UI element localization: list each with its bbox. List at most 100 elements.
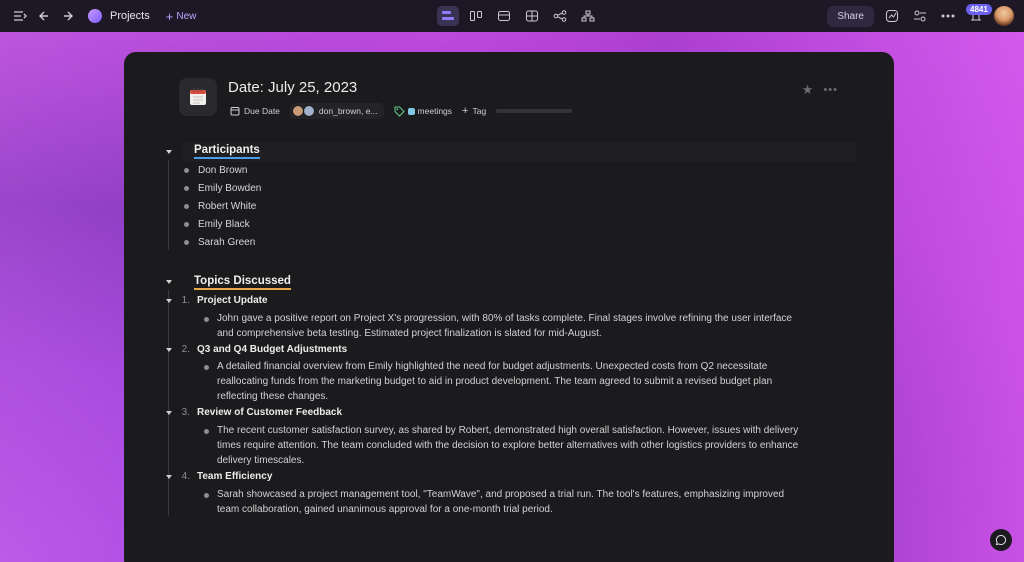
database-view-icon[interactable] bbox=[493, 6, 515, 26]
list-item[interactable]: Emily Bowden bbox=[184, 183, 261, 194]
due-date-label: Due Date bbox=[244, 106, 280, 116]
assignees-label: don_brown, e... bbox=[318, 106, 378, 116]
calendar-page-icon[interactable] bbox=[179, 78, 217, 116]
add-tag-button[interactable]: + Tag bbox=[462, 105, 486, 117]
topic-title: Review of Customer Feedback bbox=[197, 407, 343, 418]
list-item[interactable]: Emily Black bbox=[184, 219, 250, 230]
participants-heading: Participants bbox=[194, 144, 260, 159]
chat-bubble-icon[interactable] bbox=[990, 529, 1012, 551]
forward-arrow-icon[interactable] bbox=[58, 6, 78, 26]
plus-icon: + bbox=[165, 8, 174, 24]
table-view-icon[interactable] bbox=[521, 6, 543, 26]
new-button-label: New bbox=[176, 10, 197, 22]
paragraph-line: reflecting these changes. bbox=[217, 391, 329, 403]
page-properties: Due Date don_brown, e... meetings + Tag bbox=[230, 103, 573, 119]
bullet-icon bbox=[204, 493, 209, 498]
numbered-item[interactable]: 3. Review of Customer Feedback bbox=[180, 407, 342, 418]
notification-count-badge: 4841 bbox=[966, 4, 992, 15]
projects-icon[interactable] bbox=[88, 9, 102, 23]
share-button[interactable]: Share bbox=[827, 5, 874, 27]
topic-title: Team Efficiency bbox=[197, 471, 273, 482]
paragraph-line: and comprehensive beta testing. Estimate… bbox=[217, 328, 602, 340]
bullet-icon bbox=[184, 186, 189, 191]
topic-paragraph[interactable]: A detailed financial overview from Emily… bbox=[217, 359, 829, 405]
due-date-property[interactable]: Due Date bbox=[230, 106, 280, 116]
paragraph-line: A detailed financial overview from Emily… bbox=[217, 361, 768, 372]
back-arrow-icon[interactable] bbox=[34, 6, 54, 26]
new-button[interactable]: + New bbox=[166, 9, 197, 24]
list-item[interactable]: Robert White bbox=[184, 201, 256, 212]
paragraph-line: delivery timescales. bbox=[217, 455, 305, 467]
numbered-item[interactable]: 4. Team Efficiency bbox=[180, 471, 273, 482]
analytics-icon[interactable] bbox=[882, 6, 902, 26]
collapse-caret-icon[interactable] bbox=[166, 280, 172, 284]
hierarchy-view-icon[interactable] bbox=[577, 6, 599, 26]
calendar-icon bbox=[230, 107, 240, 116]
indent-guide bbox=[168, 160, 169, 250]
list-item[interactable]: Don Brown bbox=[184, 165, 247, 176]
participant-name: Robert White bbox=[198, 201, 257, 212]
page-view-icon[interactable] bbox=[437, 6, 459, 26]
page-actions: ★ ••• bbox=[802, 82, 838, 98]
progress-bar bbox=[496, 109, 573, 113]
user-avatar[interactable] bbox=[994, 6, 1014, 26]
paragraph-line: The recent customer satisfaction survey,… bbox=[217, 425, 799, 436]
document-panel: Date: July 25, 2023 Due Date don_brown, … bbox=[124, 52, 894, 562]
assignees-property[interactable]: don_brown, e... bbox=[289, 103, 384, 119]
page-title[interactable]: Date: July 25, 2023 bbox=[228, 79, 357, 96]
topic-paragraph[interactable]: The recent customer satisfaction survey,… bbox=[217, 423, 829, 469]
settings-sliders-icon[interactable] bbox=[910, 6, 930, 26]
view-switcher bbox=[437, 5, 599, 27]
paragraph-line: Sarah showcased a project management too… bbox=[217, 489, 785, 500]
tags-property[interactable]: meetings bbox=[394, 106, 453, 117]
participant-name: Don Brown bbox=[198, 165, 248, 176]
top-bar-right: Share 4841 bbox=[827, 4, 1014, 28]
bullet-icon bbox=[184, 222, 189, 227]
item-number: 2. bbox=[181, 344, 190, 355]
section-heading[interactable]: Participants bbox=[194, 144, 260, 159]
plus-icon: + bbox=[462, 105, 469, 117]
more-options-icon[interactable] bbox=[938, 6, 958, 26]
collapse-caret-icon[interactable] bbox=[166, 348, 172, 352]
add-tag-label: Tag bbox=[472, 106, 487, 116]
graph-view-icon[interactable] bbox=[549, 6, 571, 26]
paragraph-line: reallocating funds from the marketing bu… bbox=[217, 376, 773, 388]
bullet-icon bbox=[184, 168, 189, 173]
projects-breadcrumb[interactable]: Projects bbox=[110, 10, 150, 22]
top-bar: Projects + New Share 4841 bbox=[0, 0, 1024, 32]
item-number: 1. bbox=[181, 295, 190, 306]
bullet-icon bbox=[204, 317, 209, 322]
participant-name: Emily Bowden bbox=[198, 183, 262, 194]
more-options-icon[interactable]: ••• bbox=[823, 84, 838, 96]
sidebar-toggle-icon[interactable] bbox=[10, 6, 30, 26]
board-view-icon[interactable] bbox=[465, 6, 487, 26]
bullet-icon bbox=[204, 365, 209, 370]
paragraph-line: times require attention. The team conclu… bbox=[217, 440, 799, 452]
item-number: 3. bbox=[181, 407, 190, 418]
section-heading[interactable]: Topics Discussed bbox=[194, 275, 291, 290]
collapse-caret-icon[interactable] bbox=[166, 299, 172, 303]
tag-icon bbox=[394, 106, 405, 117]
paragraph-line: team collaboration, gained unanimous app… bbox=[217, 504, 553, 516]
star-icon[interactable]: ★ bbox=[802, 82, 814, 98]
participant-name: Emily Black bbox=[198, 219, 250, 230]
collapse-caret-icon[interactable] bbox=[166, 150, 172, 154]
notifications-group: 4841 bbox=[938, 4, 992, 26]
topic-title: Q3 and Q4 Budget Adjustments bbox=[197, 344, 348, 355]
list-item[interactable]: Sarah Green bbox=[184, 237, 255, 248]
topics-heading: Topics Discussed bbox=[194, 275, 291, 290]
meetings-tag[interactable]: meetings bbox=[418, 106, 453, 116]
collapse-caret-icon[interactable] bbox=[166, 475, 172, 479]
numbered-item[interactable]: 1. Project Update bbox=[180, 295, 268, 306]
meetings-tag-icon bbox=[407, 107, 415, 115]
topic-paragraph[interactable]: Sarah showcased a project management too… bbox=[217, 487, 829, 517]
topic-paragraph[interactable]: John gave a positive report on Project X… bbox=[217, 311, 829, 341]
collapse-caret-icon[interactable] bbox=[166, 411, 172, 415]
selected-row-highlight bbox=[182, 142, 856, 162]
numbered-item[interactable]: 2. Q3 and Q4 Budget Adjustments bbox=[180, 344, 348, 355]
topic-title: Project Update bbox=[197, 295, 268, 306]
paragraph-line: John gave a positive report on Project X… bbox=[217, 313, 792, 324]
bullet-icon bbox=[204, 429, 209, 434]
bullet-icon bbox=[184, 204, 189, 209]
assignee-avatar bbox=[302, 105, 315, 117]
